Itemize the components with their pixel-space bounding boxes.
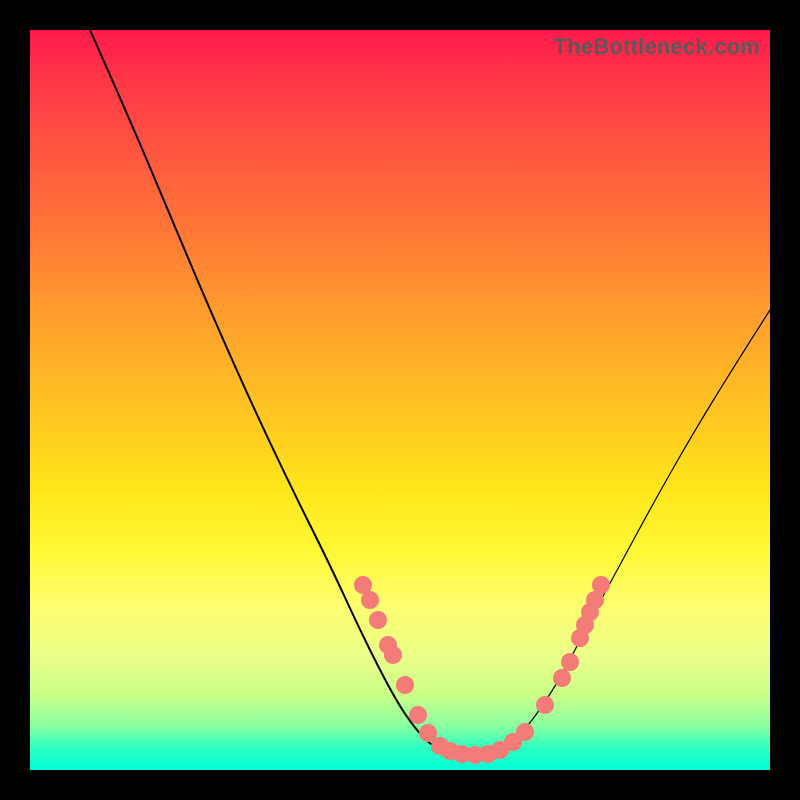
dots-group xyxy=(354,576,610,764)
data-dot xyxy=(396,676,414,694)
data-dot xyxy=(516,723,534,741)
chart-svg xyxy=(30,30,770,770)
data-dot xyxy=(361,591,379,609)
data-dot xyxy=(561,653,579,671)
data-dot xyxy=(384,646,402,664)
data-dot xyxy=(369,611,387,629)
data-dot xyxy=(536,696,554,714)
curve-right xyxy=(500,310,770,750)
data-dot xyxy=(553,669,571,687)
curve-group xyxy=(90,30,770,754)
curve-left xyxy=(90,30,500,754)
data-dot xyxy=(409,706,427,724)
data-dot xyxy=(592,576,610,594)
chart-frame: TheBottleneck.com xyxy=(30,30,770,770)
